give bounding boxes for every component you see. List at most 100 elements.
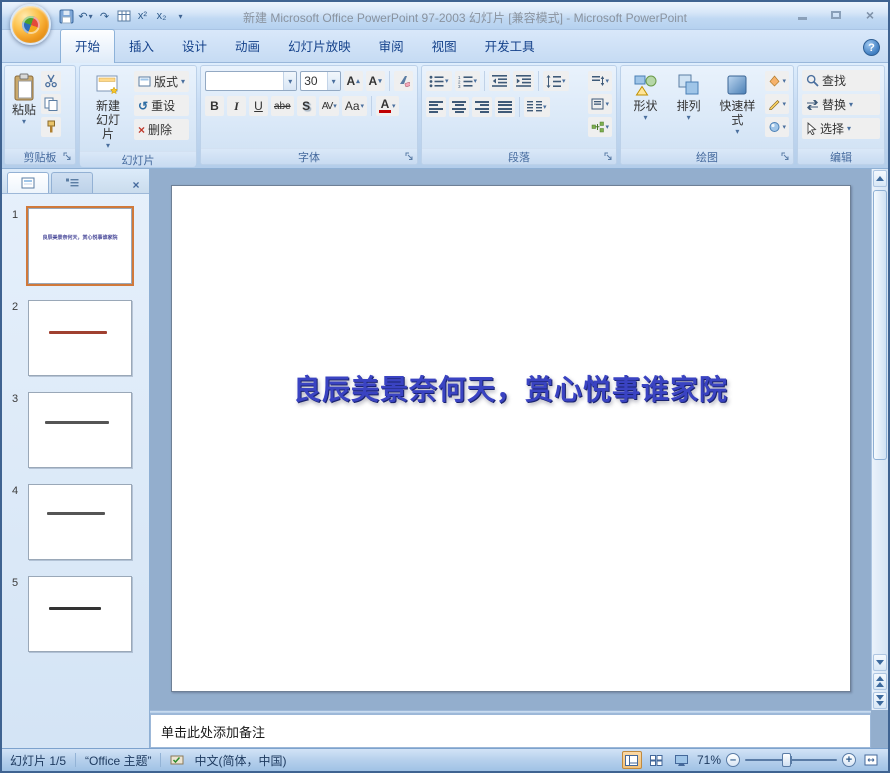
layout-button[interactable]: 版式 ▾: [134, 71, 189, 92]
bullets-button[interactable]: ▾: [426, 71, 452, 91]
new-slide-button[interactable]: 新建幻灯片 ▾: [84, 69, 132, 151]
previous-slide-button[interactable]: [873, 673, 887, 690]
drawing-dialog-launcher[interactable]: [779, 150, 791, 162]
underline-button[interactable]: U: [249, 96, 268, 116]
qat-customize-button[interactable]: ▾: [172, 7, 189, 25]
font-color-button[interactable]: A ▾: [376, 96, 399, 116]
font-size-combo[interactable]: ▾: [300, 71, 340, 91]
text-direction-button[interactable]: ▾: [588, 71, 612, 91]
slide-canvas[interactable]: 良辰美景奈何天，赏心悦事谁家院: [171, 185, 851, 692]
shape-outline-button[interactable]: ▾: [765, 94, 789, 114]
align-right-button[interactable]: [472, 97, 492, 117]
tab-design[interactable]: 设计: [168, 30, 221, 62]
tab-animations[interactable]: 动画: [221, 30, 274, 62]
change-case-button[interactable]: Aa▾: [342, 96, 367, 116]
character-spacing-button[interactable]: AV▾: [319, 96, 339, 116]
close-button[interactable]: ×: [860, 8, 880, 22]
tab-developer[interactable]: 开发工具: [471, 30, 549, 62]
slide-thumbnail-5[interactable]: [28, 576, 132, 652]
font-name-dropdown-icon[interactable]: ▾: [283, 72, 296, 90]
subscript-button[interactable]: x₂: [153, 7, 170, 25]
next-slide-button[interactable]: [873, 692, 887, 709]
language-status[interactable]: 中文(简体，中国): [194, 752, 286, 769]
columns-button[interactable]: ▾: [524, 97, 550, 117]
paste-button[interactable]: 粘贴 ▾: [9, 69, 39, 148]
format-painter-button[interactable]: [41, 117, 61, 137]
slide-thumbnail-4[interactable]: [28, 484, 132, 560]
copy-button[interactable]: [41, 94, 61, 114]
clipboard-dialog-launcher[interactable]: [61, 150, 73, 162]
outline-tab[interactable]: [51, 172, 93, 193]
slide-thumbnail-1[interactable]: 良辰美景奈何天，赏心悦事谁家院: [28, 208, 132, 284]
convert-smartart-button[interactable]: ▾: [588, 117, 612, 137]
scroll-down-button[interactable]: [873, 654, 887, 671]
office-button[interactable]: [10, 4, 51, 45]
font-dialog-launcher[interactable]: [403, 150, 415, 162]
close-pane-button[interactable]: ×: [128, 177, 144, 193]
help-button[interactable]: ?: [863, 39, 880, 56]
scroll-up-button[interactable]: [873, 170, 887, 187]
tab-view[interactable]: 视图: [418, 30, 471, 62]
grow-font-button[interactable]: A▴: [344, 71, 363, 91]
tab-insert[interactable]: 插入: [115, 30, 168, 62]
spellcheck-status[interactable]: [170, 754, 185, 766]
theme-name[interactable]: “Office 主题”: [85, 752, 151, 769]
numbering-button[interactable]: 123 ▾: [455, 71, 481, 91]
align-text-button[interactable]: ▾: [588, 94, 612, 114]
align-left-button[interactable]: [426, 97, 446, 117]
table-button[interactable]: [115, 7, 132, 25]
arrange-button[interactable]: 排列 ▾: [668, 69, 709, 148]
slides-tab[interactable]: [7, 172, 49, 193]
shrink-font-button[interactable]: A▾: [366, 71, 385, 91]
justify-button[interactable]: [495, 97, 515, 117]
shape-effects-button[interactable]: ▾: [765, 117, 789, 137]
superscript-button[interactable]: x²: [134, 7, 151, 25]
zoom-slider-thumb[interactable]: [782, 753, 791, 767]
minimize-button[interactable]: [792, 8, 812, 22]
slide-title-textbox[interactable]: 良辰美景奈何天，赏心悦事谁家院: [172, 368, 850, 408]
cut-button[interactable]: [41, 71, 61, 91]
fit-to-window-button[interactable]: [861, 752, 880, 769]
maximize-button[interactable]: [826, 8, 846, 22]
slide-editor-canvas[interactable]: 良辰美景奈何天，赏心悦事谁家院: [150, 169, 871, 710]
increase-indent-button[interactable]: [513, 71, 534, 91]
replace-button[interactable]: 替换 ▾: [802, 94, 880, 115]
shapes-button[interactable]: 形状 ▾: [625, 69, 666, 148]
zoom-level[interactable]: 71%: [697, 753, 721, 767]
reset-button[interactable]: ↺ 重设: [134, 95, 189, 116]
find-button[interactable]: 查找: [802, 70, 880, 91]
italic-button[interactable]: I: [227, 96, 246, 116]
bold-button[interactable]: B: [205, 96, 224, 116]
slide-show-view-button[interactable]: [672, 751, 692, 769]
zoom-slider[interactable]: [745, 753, 837, 767]
slide-indicator[interactable]: 幻灯片 1/5: [10, 752, 66, 769]
scrollbar-thumb[interactable]: [873, 190, 887, 460]
decrease-indent-button[interactable]: [489, 71, 510, 91]
strikethrough-button[interactable]: abe: [271, 96, 294, 116]
font-size-dropdown-icon[interactable]: ▾: [327, 72, 340, 90]
tab-home[interactable]: 开始: [60, 29, 115, 63]
quick-styles-button[interactable]: 快速样式 ▾: [711, 69, 763, 148]
tab-review[interactable]: 审阅: [365, 30, 418, 62]
select-button[interactable]: 选择 ▾: [802, 118, 880, 139]
zoom-in-button[interactable]: +: [842, 753, 856, 767]
clear-formatting-button[interactable]: [394, 71, 413, 91]
redo-button[interactable]: ↷: [96, 7, 113, 25]
text-shadow-button[interactable]: S: [297, 96, 316, 116]
zoom-out-button[interactable]: –: [726, 753, 740, 767]
delete-button[interactable]: × 删除: [134, 119, 189, 140]
slide-sorter-view-button[interactable]: [647, 751, 667, 769]
slide-thumbnail-2[interactable]: [28, 300, 132, 376]
slide-thumbnail-3[interactable]: [28, 392, 132, 468]
tab-slideshow[interactable]: 幻灯片放映: [274, 30, 365, 62]
normal-view-button[interactable]: [622, 751, 642, 769]
save-button[interactable]: [58, 7, 75, 25]
align-center-button[interactable]: [449, 97, 469, 117]
scrollbar-track[interactable]: [872, 188, 888, 653]
paragraph-dialog-launcher[interactable]: [602, 150, 614, 162]
font-name-input[interactable]: [206, 72, 283, 90]
font-size-input[interactable]: [301, 72, 326, 90]
notes-pane[interactable]: 单击此处添加备注: [150, 714, 871, 748]
font-name-combo[interactable]: ▾: [205, 71, 297, 91]
line-spacing-button[interactable]: ▾: [543, 71, 569, 91]
